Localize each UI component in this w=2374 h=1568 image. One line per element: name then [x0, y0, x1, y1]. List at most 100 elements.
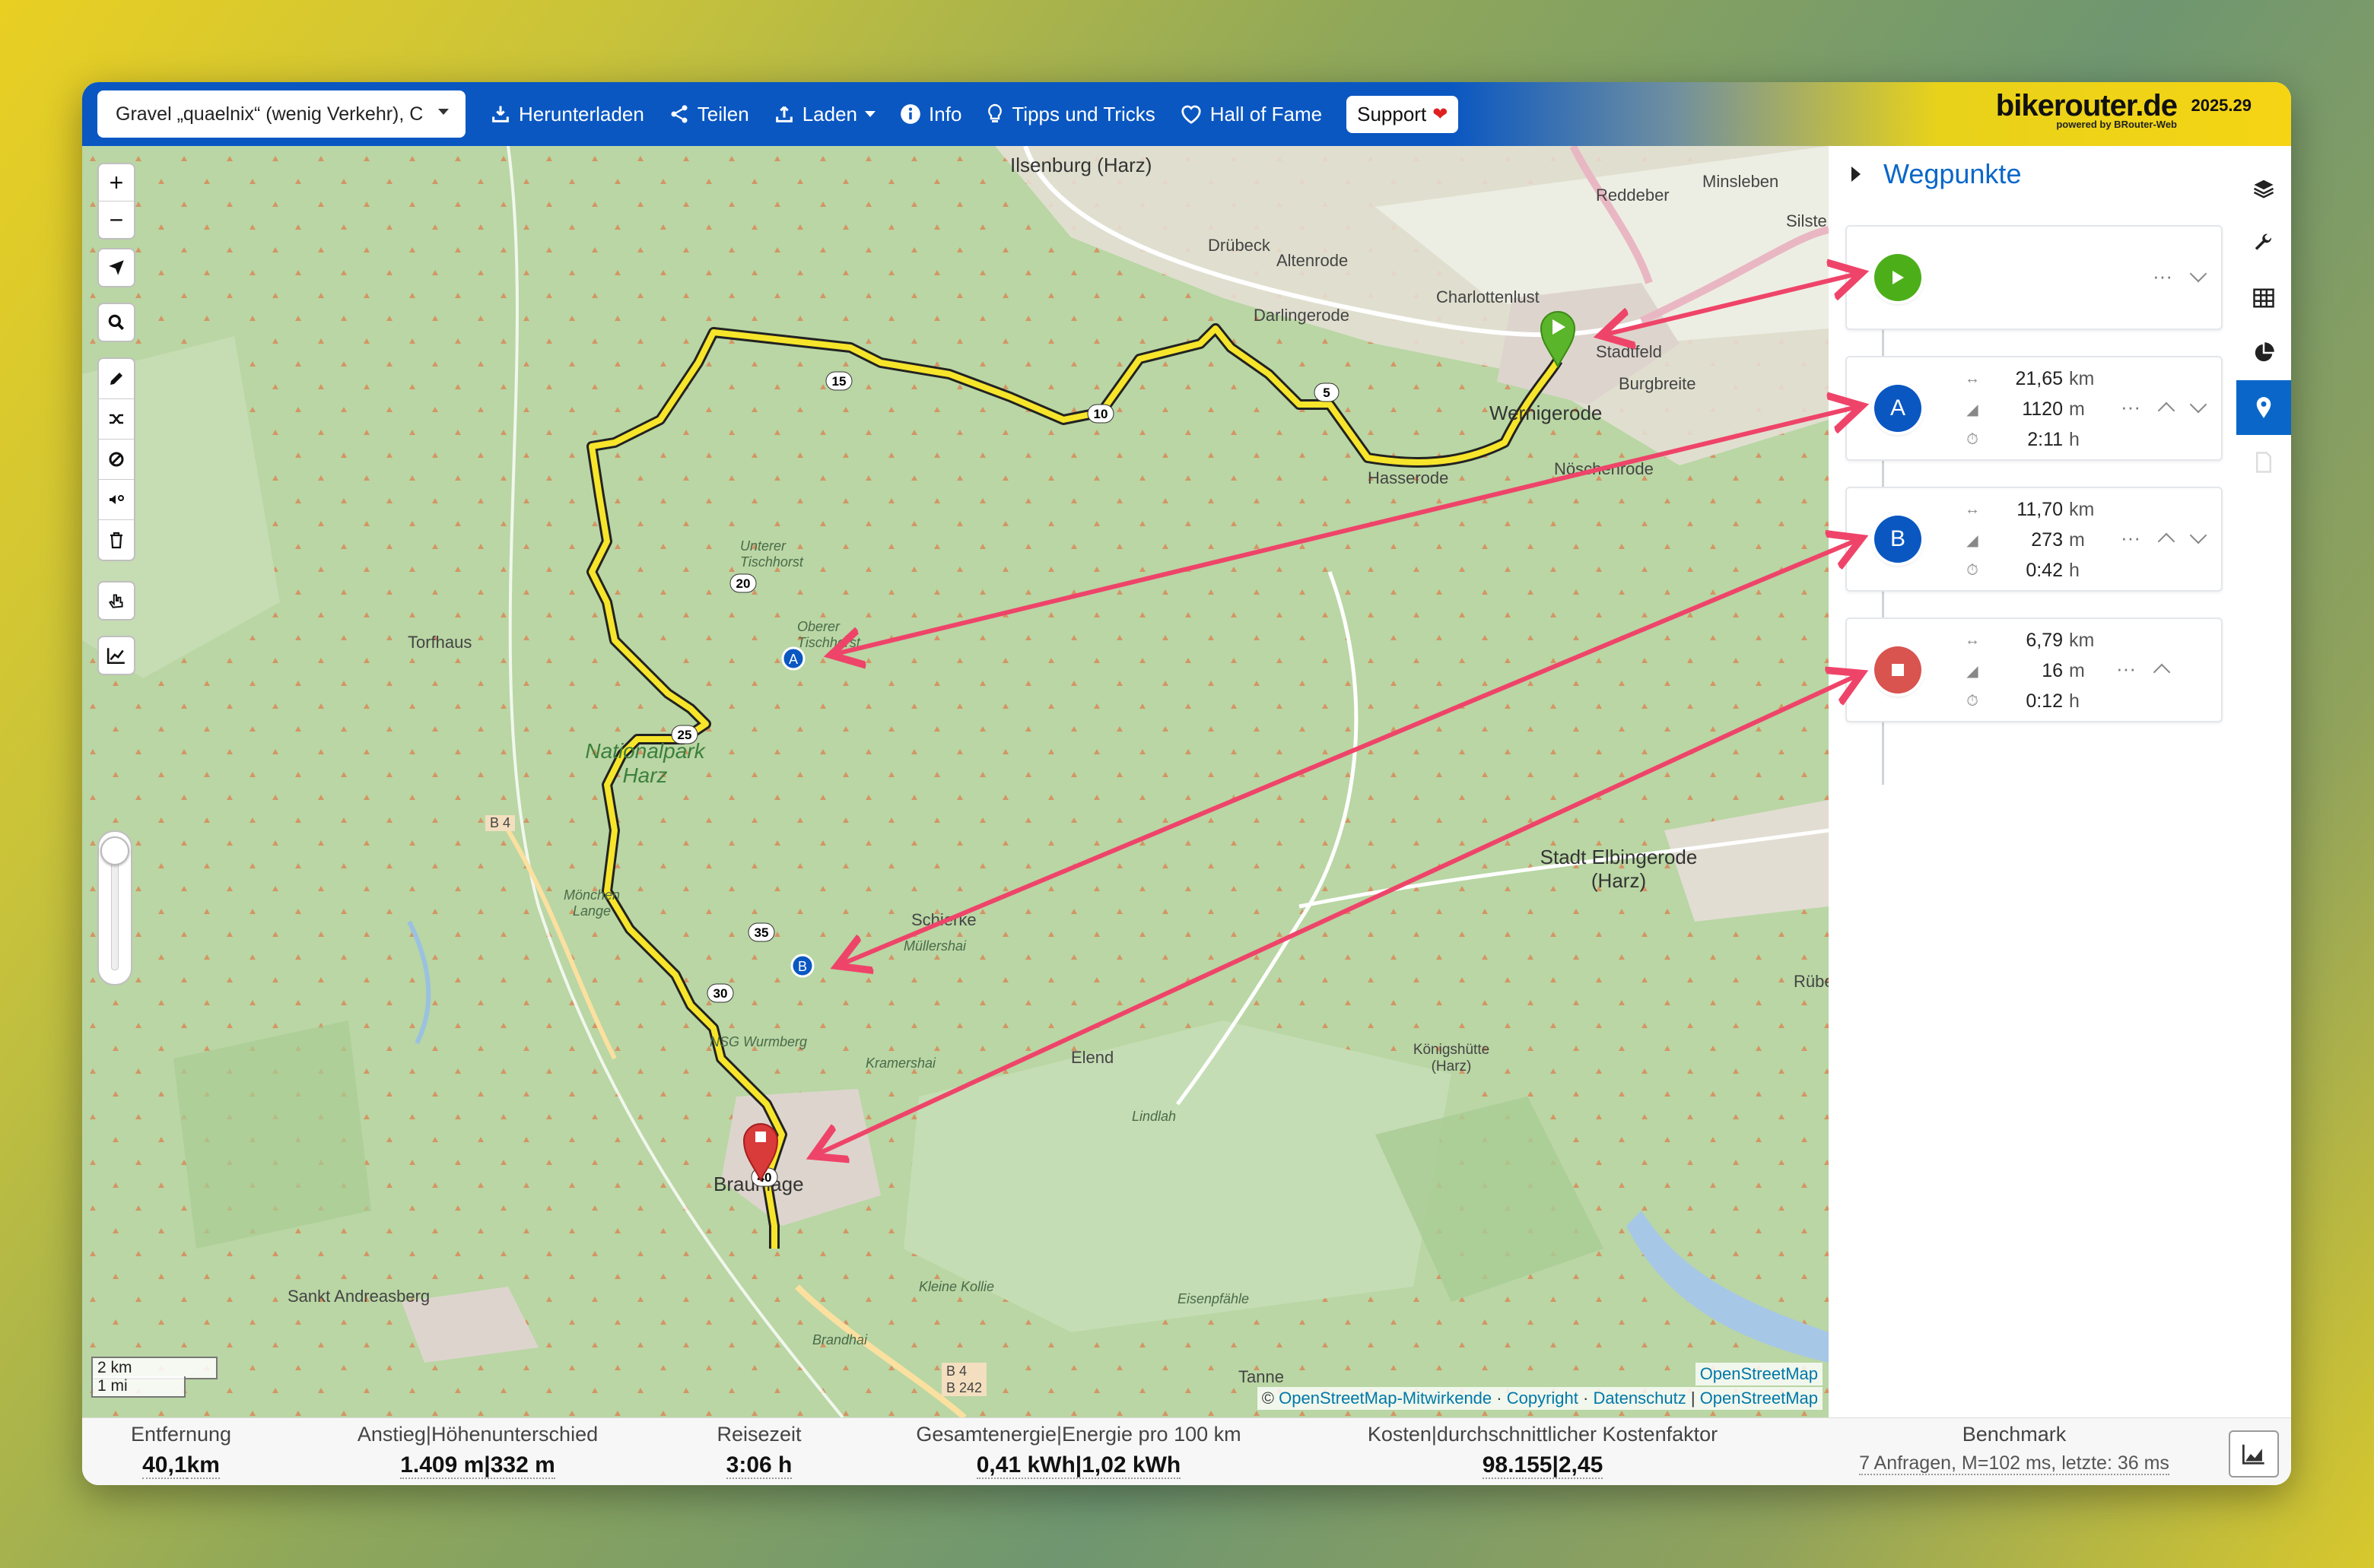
download-label: Herunterladen: [519, 102, 644, 125]
zoom-in-button[interactable]: +: [99, 164, 134, 201]
stat-benchmark: Benchmark 7 Anfragen, M=102 ms, letzte: …: [1832, 1423, 2197, 1475]
waypoints-sidebar: Wegpunkte ··· A ↔ 21,65 km ◢ 1120 m ⏱ 2:11 h: [1829, 146, 2291, 1417]
time-unit: h: [2069, 559, 2080, 581]
attribution-privacy-link[interactable]: Datenschutz: [1593, 1389, 1686, 1408]
sidebar-header[interactable]: Wegpunkte: [1851, 158, 2021, 190]
sidebar-title: Wegpunkte: [1883, 158, 2022, 189]
info-button[interactable]: Info: [900, 103, 961, 126]
map-waypoint-b[interactable]: B: [790, 954, 815, 978]
map-waypoint-a[interactable]: A: [781, 646, 806, 671]
tips-button[interactable]: Tipps und Tricks: [986, 103, 1155, 126]
brand-logo[interactable]: bikerouter.de powered by BRouter-Web: [1996, 90, 2178, 130]
elevation-chart-button[interactable]: [99, 637, 134, 674]
load-dropdown[interactable]: Laden: [774, 103, 876, 126]
ascent-icon: ◢: [1966, 401, 1978, 418]
line-chart-icon: [106, 648, 125, 665]
time-value: 2:11: [2027, 428, 2063, 450]
stat-benchmark-value: 7 Anfragen, M=102 ms, letzte: 36 ms: [1859, 1452, 2169, 1475]
red-heart-icon: ❤: [1432, 103, 1448, 125]
chevron-up-icon[interactable]: [2157, 402, 2175, 419]
tab-layers[interactable]: [2236, 161, 2291, 216]
poi-button[interactable]: [99, 479, 134, 519]
attribution-copyright-link[interactable]: Copyright: [1507, 1389, 1578, 1408]
svg-text:25: 25: [678, 728, 692, 742]
map-pin-icon: [2256, 397, 2271, 418]
waypoint-card-b[interactable]: B ↔ 11,70 km ◢ 273 m ⏱ 0:42 h ···: [1845, 487, 2223, 592]
attribution-osm2-link[interactable]: OpenStreetMap: [1700, 1389, 1818, 1408]
hand-pointer-button[interactable]: [99, 582, 134, 619]
more-options-button[interactable]: ···: [2153, 265, 2172, 288]
ascent-value: 1120: [2022, 398, 2063, 420]
stat-energy-value: 0,41 kWh|1,02 kWh: [976, 1452, 1181, 1479]
chevron-down-icon[interactable]: [2189, 265, 2207, 282]
tab-waypoints[interactable]: [2236, 380, 2291, 435]
stat-distance: Entfernung 40,1km: [105, 1423, 257, 1479]
hall-of-fame-label: Hall of Fame: [1209, 102, 1323, 125]
more-options-button[interactable]: ···: [2121, 395, 2140, 419]
distance-value: 11,70: [2016, 498, 2063, 520]
download-icon: [492, 106, 509, 122]
tips-label: Tipps und Tricks: [1012, 102, 1155, 125]
reverse-route-button[interactable]: [99, 398, 134, 439]
tab-table[interactable]: [2236, 271, 2291, 325]
support-button[interactable]: Support ❤: [1346, 95, 1459, 133]
elevation-profile-button[interactable]: [2229, 1430, 2279, 1478]
more-options-button[interactable]: ···: [2116, 657, 2136, 681]
time-value: 0:12: [2026, 690, 2063, 712]
locate-button[interactable]: [99, 249, 134, 286]
zoom-out-button[interactable]: −: [99, 201, 134, 238]
waypoint-card-a[interactable]: A ↔ 21,65 km ◢ 1120 m ⏱ 2:11 h ···: [1845, 356, 2223, 461]
profile-select[interactable]: Gravel „quaelnix“ (wenig Verkehr), C: [97, 90, 466, 138]
sidebar-tabs: [2236, 146, 2291, 490]
attribution-contributors-link[interactable]: OpenStreetMap-Mitwirkende: [1279, 1389, 1492, 1408]
version-label: 2025.29: [2191, 96, 2252, 115]
tab-settings[interactable]: [2236, 216, 2291, 271]
layers-icon: [2253, 179, 2274, 198]
delete-route-button[interactable]: [99, 519, 134, 560]
km-markers: 5 10 15 20 25 30 35 40 A B: [671, 311, 1576, 1187]
stop-icon: [1892, 664, 1904, 676]
chevron-down-icon[interactable]: [2189, 395, 2207, 413]
stat-cost-label: Kosten|durchschnittlicher Kostenfaktor: [1367, 1423, 1718, 1446]
map-canvas[interactable]: Ilsenburg (Harz) Drübeck Altenrode Darli…: [82, 146, 1829, 1417]
waypoint-card-end[interactable]: ↔ 6,79 km ◢ 16 m ⏱ 0:12 h ···: [1845, 617, 2223, 722]
distance-value: 6,79: [2026, 629, 2063, 651]
no-go-area-button[interactable]: [99, 439, 134, 479]
more-options-button[interactable]: ···: [2121, 526, 2140, 550]
waypoint-card-start[interactable]: ···: [1845, 225, 2223, 330]
support-label: Support: [1357, 102, 1427, 125]
waypoint-a-label: A: [1889, 395, 1905, 421]
svg-text:B: B: [798, 959, 807, 974]
lightbulb-icon: [988, 103, 1003, 122]
chevron-up-icon[interactable]: [2157, 532, 2175, 550]
stat-ascent: Anstieg|Höhenunterschied 1.409 m|332 m: [333, 1423, 622, 1479]
slider-handle[interactable]: [100, 836, 129, 865]
svg-text:20: 20: [736, 576, 751, 591]
stat-distance-label: Entfernung: [130, 1423, 232, 1446]
stat-time-value: 3:06 h: [726, 1452, 793, 1479]
route-summary-bar: Entfernung 40,1km Anstieg|Höhenunterschi…: [82, 1417, 2291, 1485]
opacity-slider[interactable]: [97, 830, 132, 986]
chevron-up-icon[interactable]: [2153, 663, 2171, 681]
hall-of-fame-button[interactable]: Hall of Fame: [1180, 103, 1322, 126]
map-start-pin[interactable]: [1540, 311, 1576, 369]
download-button[interactable]: Herunterladen: [490, 103, 644, 126]
distance-unit: km: [2069, 367, 2095, 389]
start-marker: [1874, 254, 1921, 301]
km-marker-5: 5: [1314, 382, 1340, 402]
share-label: Teilen: [697, 102, 749, 125]
time-unit: h: [2069, 690, 2080, 712]
locate-control: [97, 248, 135, 287]
search-button[interactable]: [99, 304, 134, 341]
slider-track: [111, 862, 119, 970]
waypoint-end-stats: ↔ 6,79 km ◢ 16 m ⏱ 0:12 h: [1961, 625, 2094, 716]
chevron-down-icon[interactable]: [2189, 526, 2207, 544]
stat-cost-value: 98.155|2,45: [1482, 1452, 1603, 1479]
scale-mi: 1 mi: [91, 1376, 186, 1398]
tab-statistics[interactable]: [2236, 325, 2291, 380]
attribution-osm-link[interactable]: OpenStreetMap: [1700, 1364, 1818, 1383]
share-button[interactable]: Teilen: [669, 103, 749, 126]
load-label: Laden: [802, 102, 858, 125]
tab-export[interactable]: [2236, 435, 2291, 490]
draw-route-button[interactable]: [99, 359, 134, 398]
